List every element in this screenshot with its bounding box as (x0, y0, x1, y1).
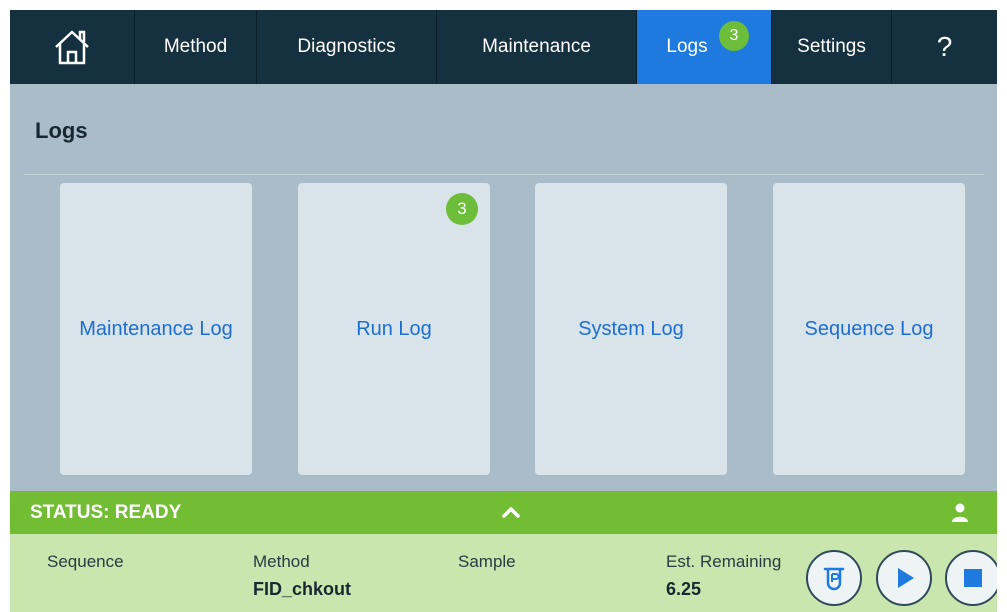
status-text: STATUS: READY (30, 502, 182, 523)
stop-button[interactable] (945, 550, 997, 606)
app-window: Method Diagnostics Maintenance Logs 3 Se… (10, 10, 997, 612)
tab-logs-label: Logs (666, 36, 708, 57)
sample-label: Sample (458, 552, 516, 571)
method-label: Method (253, 552, 310, 571)
tab-diagnostics[interactable]: Diagnostics (257, 10, 437, 84)
vial-button[interactable] (806, 550, 862, 606)
help-button[interactable]: ? (892, 10, 997, 84)
tab-method[interactable]: Method (135, 10, 257, 84)
divider (24, 174, 984, 175)
tab-maintenance-label: Maintenance (482, 36, 591, 57)
sequence-log-card[interactable]: Sequence Log (773, 183, 965, 475)
vial-icon (823, 567, 845, 591)
maintenance-log-card[interactable]: Maintenance Log (60, 183, 252, 475)
run-info-panel: Sequence Method FID_chkout Sample Est. R… (10, 534, 997, 612)
maintenance-log-label: Maintenance Log (79, 317, 233, 340)
tab-method-label: Method (163, 36, 228, 57)
page-title: Logs (35, 118, 88, 143)
est-remaining-value: 6.25 (666, 579, 702, 599)
run-log-badge: 3 (446, 193, 478, 225)
tab-logs[interactable]: Logs 3 (637, 10, 772, 84)
est-remaining-label: Est. Remaining (666, 552, 782, 571)
play-icon (898, 568, 914, 588)
method-value: FID_chkout (253, 579, 352, 599)
system-log-card[interactable]: System Log (535, 183, 727, 475)
home-button[interactable] (10, 10, 135, 84)
sequence-log-label: Sequence Log (804, 317, 934, 340)
sequence-label: Sequence (47, 552, 124, 571)
system-log-label: System Log (578, 317, 684, 340)
user-icon[interactable] (950, 502, 970, 522)
chevron-up-icon[interactable] (500, 502, 522, 522)
tab-diagnostics-label: Diagnostics (297, 36, 396, 57)
run-log-label: Run Log (356, 317, 432, 340)
tab-maintenance[interactable]: Maintenance (437, 10, 637, 84)
run-log-card[interactable]: Run Log 3 (298, 183, 490, 475)
logs-count-badge: 3 (719, 21, 749, 51)
tab-settings[interactable]: Settings (772, 10, 892, 84)
top-navigation: Method Diagnostics Maintenance Logs 3 Se… (10, 10, 997, 84)
help-icon: ? (936, 31, 953, 62)
play-button[interactable] (876, 550, 932, 606)
tab-settings-label: Settings (797, 36, 866, 57)
stop-icon (964, 569, 982, 587)
home-icon (55, 30, 89, 65)
status-bar: STATUS: READY (10, 491, 997, 534)
